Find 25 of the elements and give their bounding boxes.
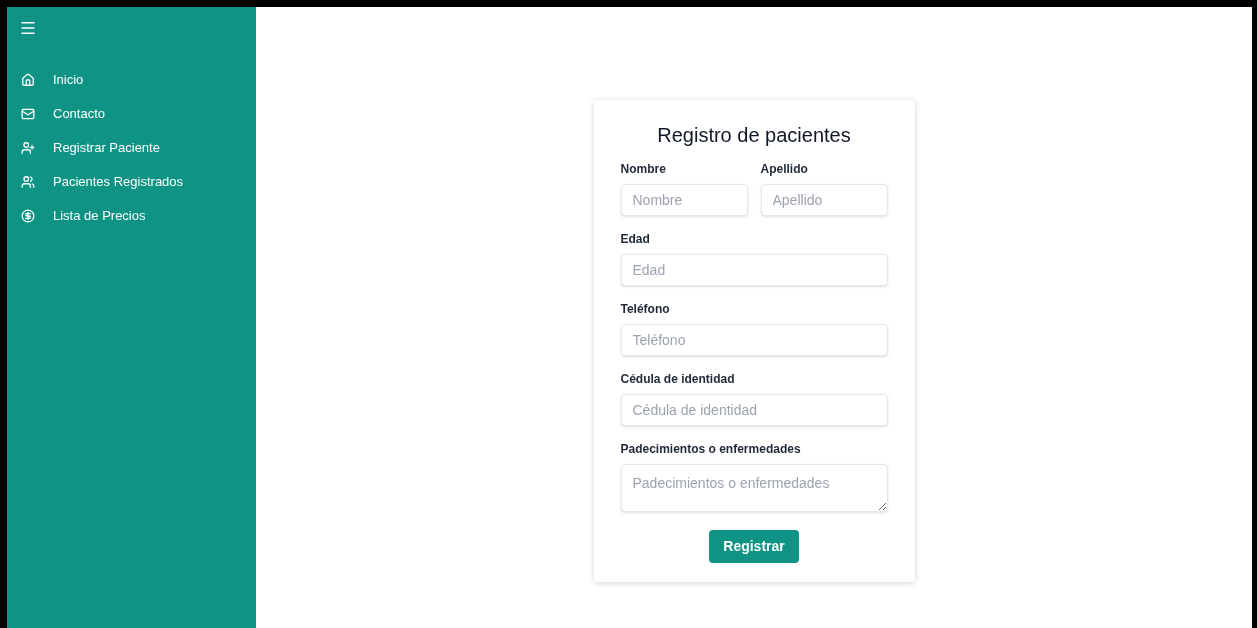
- users-icon: [21, 175, 35, 189]
- field-label: Nombre: [620, 161, 667, 178]
- submit-button[interactable]: Registrar: [709, 530, 799, 563]
- sidebar-item[interactable]: Lista de Precios: [21, 206, 244, 226]
- field-label: Padecimientos o enfermedades: [620, 441, 802, 458]
- text-area[interactable]: Padecimientos o enfermedades: [620, 464, 888, 512]
- menu-icon[interactable]: [19, 19, 37, 37]
- input-field[interactable]: Apellido: [760, 184, 888, 216]
- sidebar-item[interactable]: Contacto: [21, 104, 244, 124]
- user-plus-icon: [21, 141, 35, 155]
- dollar-icon: [21, 209, 35, 223]
- input-field[interactable]: Cédula de identidad: [620, 394, 888, 426]
- sidebar-item[interactable]: Pacientes Registrados: [21, 172, 244, 192]
- input-field[interactable]: Nombre: [620, 184, 748, 216]
- field-label: Teléfono: [620, 301, 671, 318]
- field-label: Apellido: [760, 161, 809, 178]
- field-label: Edad: [620, 231, 651, 248]
- mail-icon: [21, 107, 35, 121]
- field-label: Cédula de identidad: [620, 371, 736, 388]
- input-field[interactable]: Edad: [620, 254, 888, 286]
- sidebar-item[interactable]: Inicio: [21, 70, 244, 90]
- home-icon: [21, 73, 35, 87]
- form-title: Registro de pacientes: [656, 123, 852, 148]
- sidebar-item[interactable]: Registrar Paciente: [21, 138, 244, 158]
- input-field[interactable]: Teléfono: [620, 324, 888, 356]
